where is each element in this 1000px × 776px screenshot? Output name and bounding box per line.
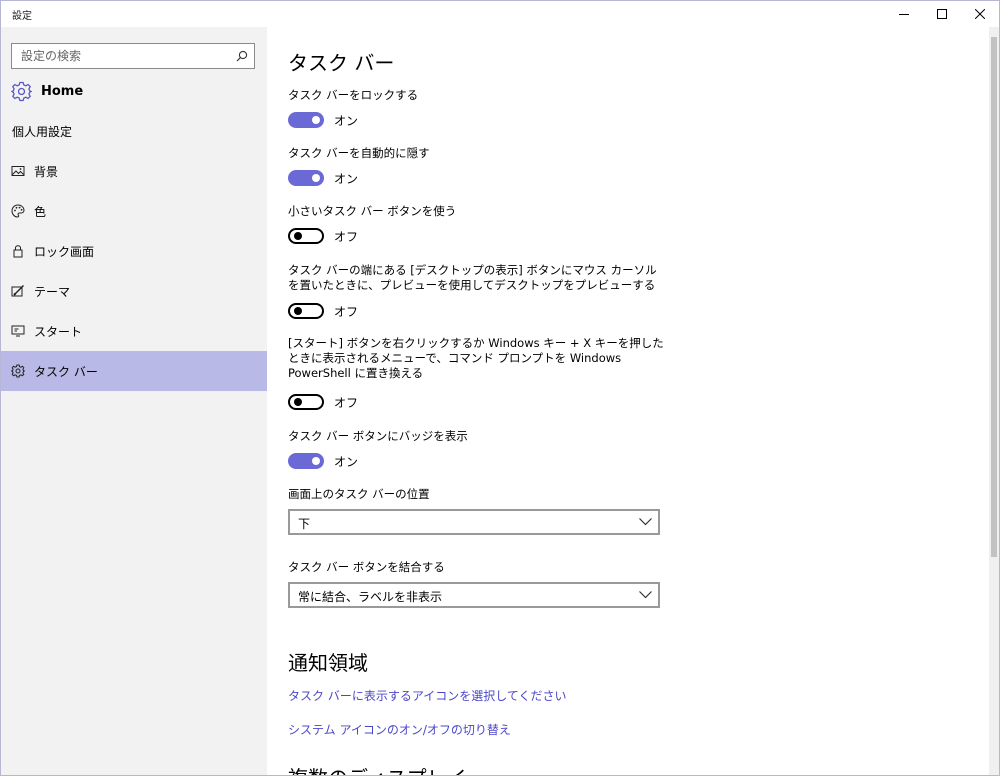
toggle-lock-taskbar[interactable] [288, 112, 324, 128]
content-pane: タスク バー タスク バーをロックする オン タスク バーを自動的に隠す オン … [267, 27, 989, 775]
setting-label-small-buttons: 小さいタスク バー ボタンを使う [288, 204, 457, 218]
toggle-knob [294, 232, 302, 240]
gear-icon [11, 81, 32, 102]
taskbar-position-dropdown[interactable]: 下 [288, 509, 660, 535]
sidebar-item-taskbar[interactable]: タスク バー [1, 351, 267, 391]
setting-label-lock-taskbar: タスク バーをロックする [288, 88, 419, 102]
sidebar-item-color[interactable]: 色 [1, 191, 267, 231]
sidebar: Home 個人用設定 背景 色 [1, 27, 267, 775]
sidebar-item-label: スタート [34, 325, 83, 339]
setting-label-peek: タスク バーの端にある [デスクトップの表示] ボタンにマウス カーソルを置いた… [288, 263, 657, 292]
sidebar-item-home[interactable]: Home [1, 77, 267, 107]
chevron-down-icon [639, 518, 652, 526]
scrollbar[interactable] [989, 27, 999, 775]
close-button[interactable] [961, 1, 999, 27]
notification-area-title: 通知領域 [288, 651, 368, 675]
window-title: 設定 [12, 11, 32, 22]
sidebar-item-label: タスク バー [34, 365, 98, 379]
toggle-knob [294, 398, 302, 406]
toggle-knob [294, 307, 302, 315]
close-icon [975, 9, 985, 19]
sidebar-item-label: 色 [34, 205, 47, 219]
link-select-taskbar-icons[interactable]: タスク バーに表示するアイコンを選択してください [288, 687, 567, 704]
sidebar-item-label: ロック画面 [34, 245, 95, 259]
toggle-small-buttons[interactable] [288, 228, 324, 244]
scrollbar-thumb[interactable] [991, 37, 997, 557]
setting-label-taskbar-position: 画面上のタスク バーの位置 [288, 487, 430, 501]
sidebar-item-background[interactable]: 背景 [1, 151, 267, 191]
toggle-state-text: オフ [334, 305, 359, 319]
sidebar-item-lock-screen[interactable]: ロック画面 [1, 231, 267, 271]
search-box[interactable] [11, 43, 255, 69]
toggle-state-text: オン [334, 114, 359, 128]
link-system-icons-toggle[interactable]: システム アイコンのオン/オフの切り替え [288, 721, 511, 738]
setting-label-powershell: [スタート] ボタンを右クリックするか Windows キー + X キーを押し… [288, 336, 664, 380]
toggle-peek[interactable] [288, 303, 324, 319]
toggle-state-text: オン [334, 455, 359, 469]
dropdown-value: 常に結合、ラベルを非表示 [298, 590, 443, 604]
combine-buttons-dropdown[interactable]: 常に結合、ラベルを非表示 [288, 582, 660, 608]
minimize-button[interactable] [885, 1, 923, 27]
toggle-knob [312, 116, 320, 124]
multiple-displays-title: 複数のディスプレイ [288, 767, 467, 775]
minimize-icon [899, 14, 909, 15]
toggle-state-text: オフ [334, 230, 359, 244]
search-icon[interactable] [236, 50, 248, 62]
toggle-badges[interactable] [288, 453, 324, 469]
image-icon [11, 166, 25, 176]
search-input[interactable] [12, 44, 231, 68]
sidebar-item-theme[interactable]: テーマ [1, 271, 267, 311]
setting-label-badges: タスク バー ボタンにバッジを表示 [288, 429, 468, 443]
toggle-state-text: オン [334, 172, 359, 186]
palette-icon [11, 204, 25, 218]
dropdown-value: 下 [298, 517, 311, 531]
toggle-powershell[interactable] [288, 394, 324, 410]
maximize-button[interactable] [923, 1, 961, 27]
toggle-knob [312, 174, 320, 182]
setting-label-auto-hide: タスク バーを自動的に隠す [288, 146, 430, 160]
toggle-state-text: オフ [334, 396, 359, 410]
sidebar-item-label: テーマ [34, 285, 71, 299]
title-bar: 設定 [1, 1, 999, 27]
sidebar-item-start[interactable]: スタート [1, 311, 267, 351]
maximize-icon [937, 9, 947, 19]
toggle-auto-hide[interactable] [288, 170, 324, 186]
toggle-knob [312, 457, 320, 465]
sidebar-group-title: 個人用設定 [12, 125, 73, 139]
lock-icon [13, 245, 23, 258]
settings-window: 設定 Home 個人用設定 [0, 0, 1000, 776]
start-icon [11, 325, 25, 337]
theme-icon [11, 285, 24, 297]
gear-icon [11, 364, 25, 378]
chevron-down-icon [639, 591, 652, 599]
page-title: タスク バー [288, 51, 395, 75]
sidebar-home-label: Home [41, 84, 84, 99]
sidebar-item-label: 背景 [34, 165, 59, 179]
setting-label-combine-buttons: タスク バー ボタンを結合する [288, 560, 445, 574]
